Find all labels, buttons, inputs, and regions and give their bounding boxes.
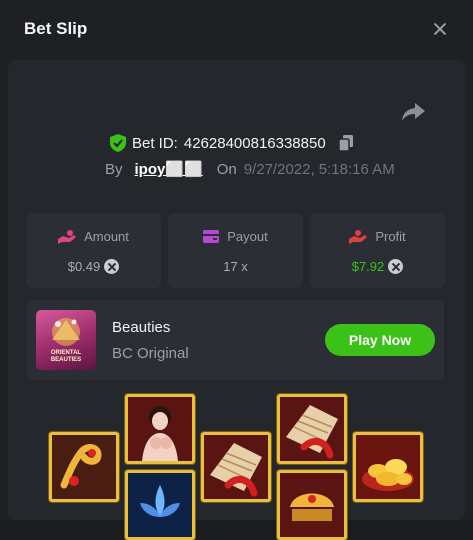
bet-datetime: 9/27/2022, 5:18:16 AM — [244, 161, 395, 178]
modal-header: Bet Slip — [0, 0, 473, 60]
reel-symbol-fan-koi — [201, 432, 271, 502]
bet-id-label: Bet ID: — [132, 135, 178, 152]
reel-symbol-jade-ruyi — [49, 432, 119, 502]
game-provider: BC Original — [112, 345, 189, 362]
hand-money-icon — [349, 230, 367, 244]
gold-ingots-icon — [356, 435, 420, 499]
payout-label: Payout — [227, 229, 267, 244]
folding-fan-koi-icon — [280, 397, 344, 461]
reel-symbol-gold-ingots — [353, 432, 423, 502]
folding-fan-koi-icon — [204, 435, 268, 499]
wallet-icon — [203, 230, 219, 243]
profit-card: Profit $7.92 — [310, 213, 445, 288]
profit-value: $7.92 — [352, 259, 385, 274]
bet-slip-modal: Bet Slip Bet ID: 42628400816338850 By ip… — [0, 0, 473, 520]
game-name: Beauties — [112, 319, 170, 336]
modal-title: Bet Slip — [24, 19, 87, 39]
game-card: ORIENTAL BEAUTIES Beauties BC Original P… — [26, 300, 444, 380]
username-link[interactable]: ipoy⬜⬜ — [135, 160, 203, 178]
bet-id-row: Bet ID: 42628400816338850 — [110, 133, 354, 153]
share-icon[interactable] — [400, 101, 426, 123]
bet-meta-row: By ipoy⬜⬜ On 9/27/2022, 5:18:16 AM — [105, 159, 395, 179]
blue-lotus-icon — [128, 473, 192, 537]
bet-id-value: 42628400816338850 — [184, 135, 326, 152]
hand-coins-icon — [58, 230, 76, 244]
reel-symbol-blue-lotus — [125, 470, 195, 540]
golden-comb-icon — [280, 473, 344, 537]
reel-symbol-fan-koi — [277, 394, 347, 464]
close-icon[interactable] — [431, 20, 449, 38]
coin-icon — [388, 259, 403, 274]
profit-label: Profit — [375, 229, 405, 244]
play-now-button[interactable]: Play Now — [325, 324, 435, 356]
thumbnail-caption: ORIENTAL BEAUTIES — [36, 350, 96, 364]
reel-symbol-golden-comb — [277, 470, 347, 540]
lady-portrait-icon — [128, 397, 192, 461]
copy-icon[interactable] — [338, 134, 354, 152]
game-thumbnail[interactable]: ORIENTAL BEAUTIES — [36, 310, 96, 370]
jade-ruyi-icon — [52, 435, 116, 499]
amount-card: Amount $0.49 — [26, 213, 161, 288]
payout-card: Payout 17 x — [168, 213, 303, 288]
payout-value: 17 x — [223, 259, 248, 274]
amount-value: $0.49 — [68, 259, 101, 274]
coin-icon — [104, 259, 119, 274]
reel-symbol-lady-portrait — [125, 394, 195, 464]
on-label: On — [217, 161, 237, 178]
shield-check-icon — [110, 134, 126, 152]
by-label: By — [105, 161, 123, 178]
amount-label: Amount — [84, 229, 129, 244]
